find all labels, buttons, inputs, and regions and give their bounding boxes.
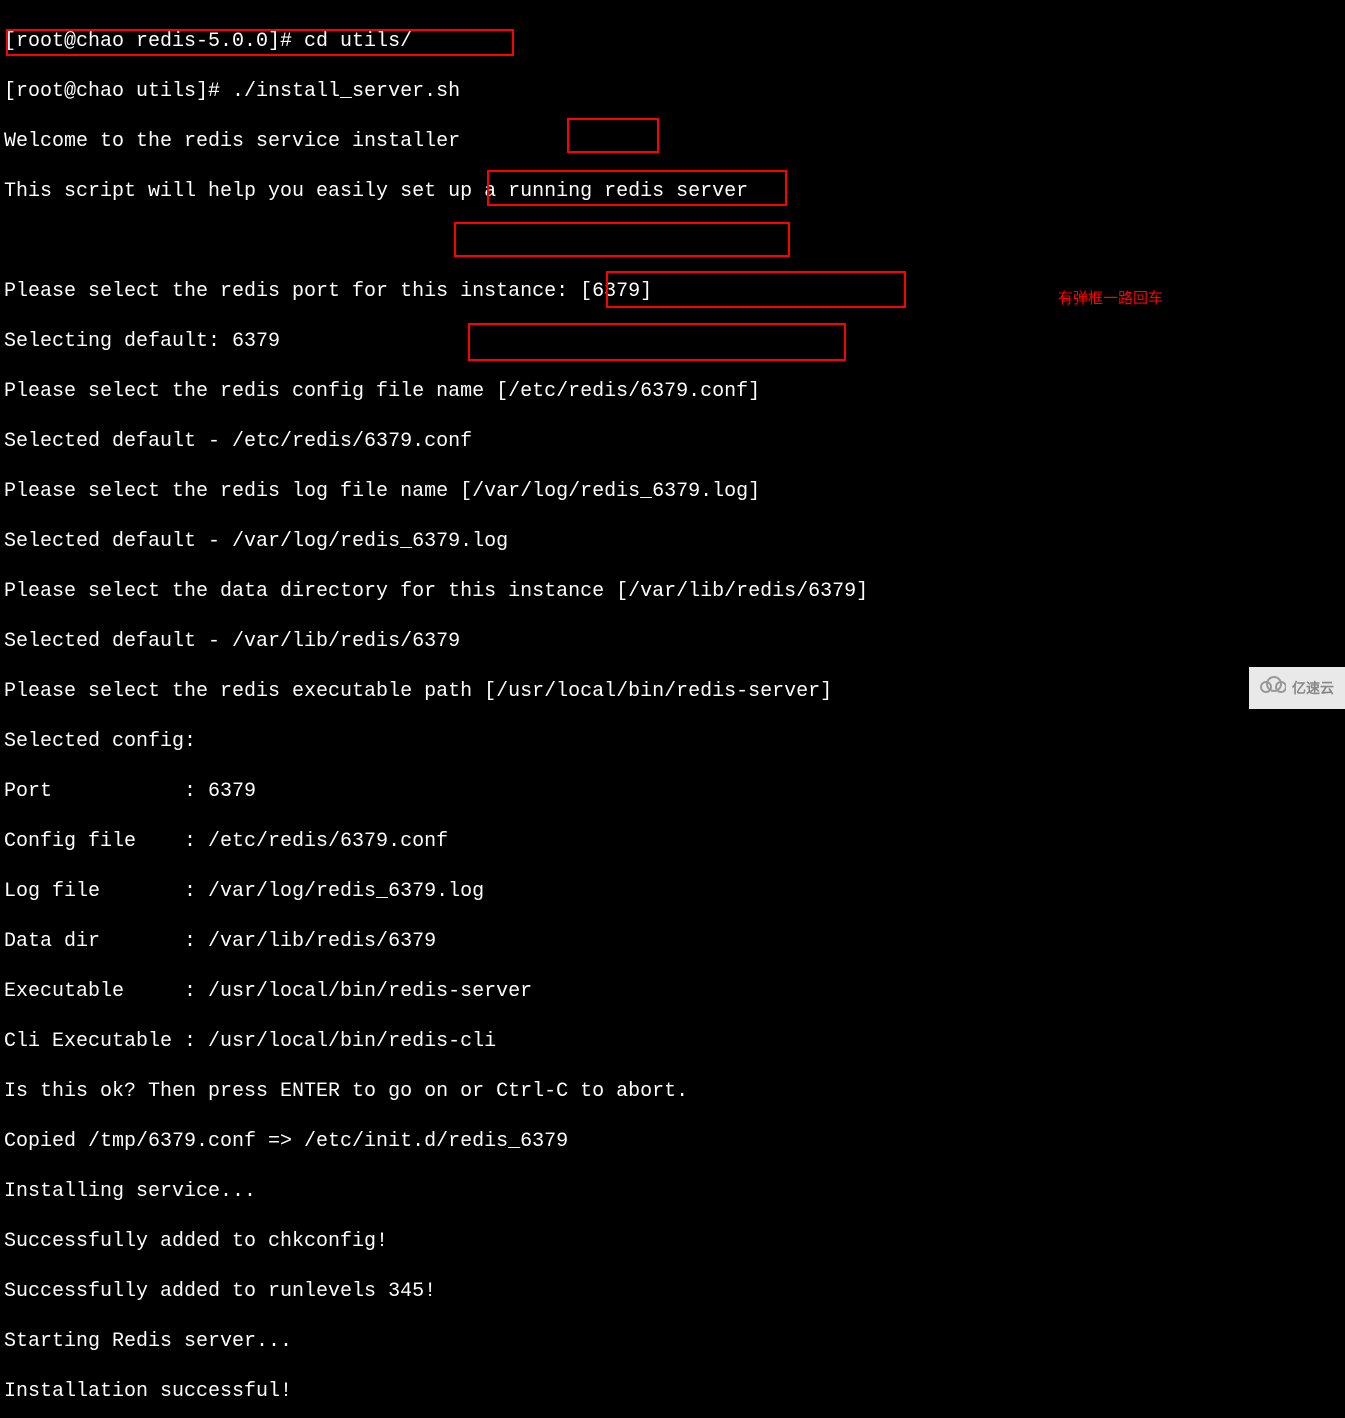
watermark-text: 亿速云 [1292,676,1334,701]
terminal-line: Please select the redis config file name… [4,379,1341,404]
terminal-line: Welcome to the redis service installer [4,129,1341,154]
watermark: 亿速云 [1249,667,1345,709]
terminal-line: Log file : /var/log/redis_6379.log [4,879,1341,904]
terminal-line: Config file : /etc/redis/6379.conf [4,829,1341,854]
terminal-line: Executable : /usr/local/bin/redis-server [4,979,1341,1004]
terminal-line: Copied /tmp/6379.conf => /etc/init.d/red… [4,1129,1341,1154]
terminal-line: Successfully added to runlevels 345! [4,1279,1341,1304]
terminal-line: Selected default - /var/lib/redis/6379 [4,629,1341,654]
terminal-line: Port : 6379 [4,779,1341,804]
annotation-text: 有弹框一路回车 [1058,286,1163,311]
terminal-line: Data dir : /var/lib/redis/6379 [4,929,1341,954]
terminal-line: Selecting default: 6379 [4,329,1341,354]
terminal-line: Installing service... [4,1179,1341,1204]
terminal-line: Installation successful! [4,1379,1341,1404]
terminal-line: Please select the redis log file name [/… [4,479,1341,504]
terminal-line: Please select the data directory for thi… [4,579,1341,604]
terminal-line: Please select the redis executable path … [4,679,1341,704]
terminal-line [4,229,1341,254]
cloud-icon [1260,675,1286,701]
terminal-line: Starting Redis server... [4,1329,1341,1354]
terminal-line: Successfully added to chkconfig! [4,1229,1341,1254]
terminal-line: This script will help you easily set up … [4,179,1341,204]
terminal-line: [root@chao utils]# ./install_server.sh [4,79,1341,104]
terminal-line: Selected config: [4,729,1341,754]
terminal-line: Selected default - /etc/redis/6379.conf [4,429,1341,454]
terminal-output[interactable]: [root@chao redis-5.0.0]# cd utils/ [root… [0,0,1345,1418]
terminal-line: Is this ok? Then press ENTER to go on or… [4,1079,1341,1104]
terminal-line: Cli Executable : /usr/local/bin/redis-cl… [4,1029,1341,1054]
terminal-line: [root@chao redis-5.0.0]# cd utils/ [4,29,1341,54]
terminal-line: Selected default - /var/log/redis_6379.l… [4,529,1341,554]
